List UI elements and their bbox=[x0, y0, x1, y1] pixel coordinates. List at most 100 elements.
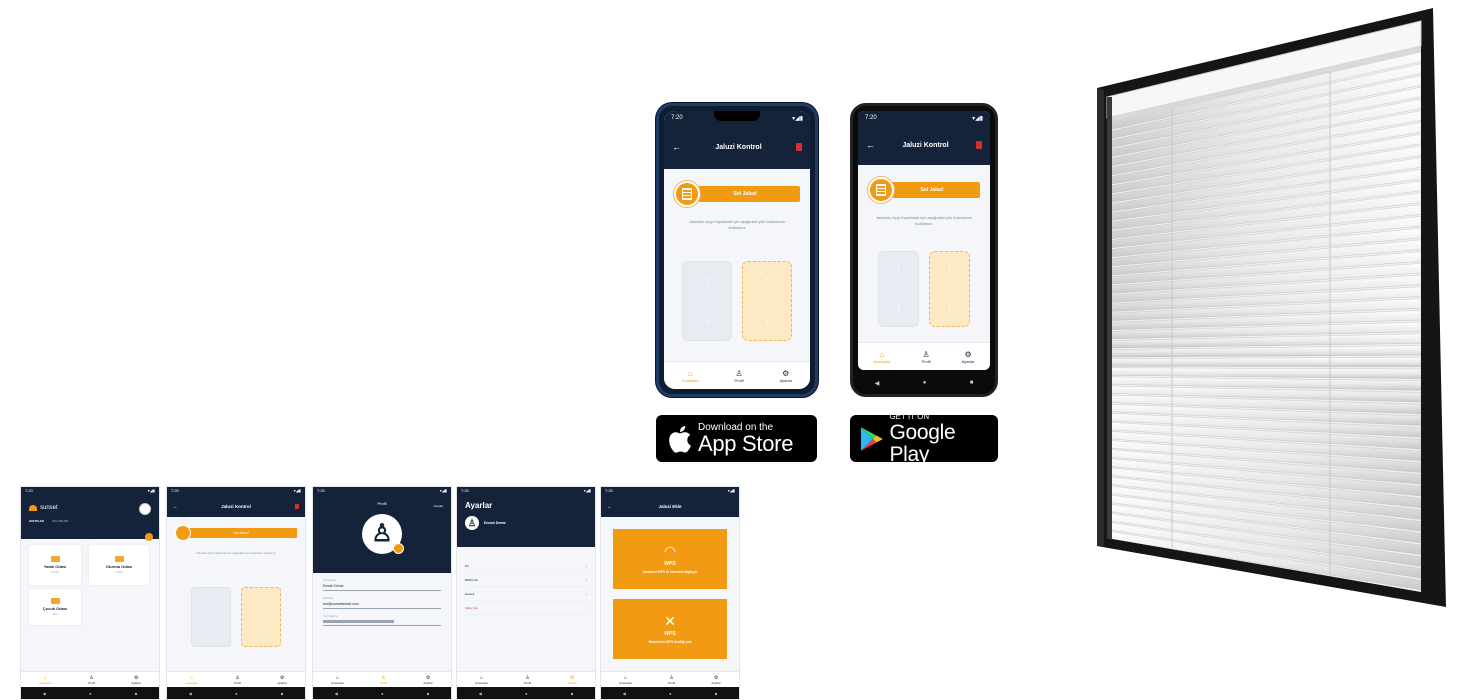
back-nav-icon[interactable]: ◀ bbox=[189, 691, 192, 696]
recents-nav-icon[interactable]: ■ bbox=[427, 691, 429, 696]
back-nav-icon[interactable]: ◀ bbox=[335, 691, 338, 696]
tab-groups[interactable]: GRUPLAR bbox=[29, 519, 44, 523]
no-wps-option-card[interactable]: ✕ WPS Modeminiz WPS özelliği yok bbox=[613, 599, 727, 659]
settings-row-language[interactable]: Dil › bbox=[465, 559, 587, 573]
tab-settings[interactable]: ⚙ Ayarlar bbox=[277, 675, 286, 685]
active-direction-pad[interactable]: ↑ ↓ bbox=[241, 587, 281, 647]
tab-home[interactable]: ⌂ Anasayfa bbox=[874, 350, 891, 364]
child-room-icon bbox=[50, 598, 60, 604]
tab-profile[interactable]: ♙ Profil bbox=[88, 675, 95, 685]
tab-settings[interactable]: ⚙ Ayarlar bbox=[711, 675, 720, 685]
blind-name-button[interactable]: Sol Jaluzi bbox=[185, 528, 297, 538]
settings-row-support[interactable]: Destek › bbox=[465, 587, 587, 601]
up-arrow-icon[interactable]: ↑ bbox=[896, 265, 901, 276]
up-arrow-icon[interactable]: ↑ bbox=[947, 265, 952, 276]
down-arrow-icon[interactable]: ↓ bbox=[947, 302, 952, 313]
tab-profile[interactable]: ♙ Profil bbox=[234, 675, 241, 685]
tab-profile[interactable]: ♙ Profil bbox=[668, 675, 675, 685]
tab-settings[interactable]: ⚙ Ayarlar bbox=[779, 369, 792, 383]
app-store-badge[interactable]: Download on the App Store bbox=[656, 415, 817, 462]
tab-home[interactable]: ⌂ Anasayfa bbox=[331, 675, 344, 685]
back-nav-icon[interactable]: ◀ bbox=[623, 691, 626, 696]
delete-icon[interactable] bbox=[976, 141, 982, 149]
back-arrow-icon[interactable]: ← bbox=[173, 504, 178, 509]
back-nav-icon[interactable]: ◀ bbox=[479, 691, 482, 696]
phone-field[interactable] bbox=[323, 618, 441, 626]
tab-label: Ayarlar bbox=[423, 680, 433, 685]
tab-bar: ⌂ Anasayfa ♙ Profil ⚙ Ayarlar bbox=[858, 342, 990, 370]
blind-name-button[interactable]: Sol Jaluzi bbox=[884, 182, 980, 198]
recents-nav-icon[interactable]: ■ bbox=[715, 691, 717, 696]
room-card[interactable]: Çocuk Odası Aktif bbox=[29, 589, 81, 625]
blind-selector[interactable]: Sol Jaluzi bbox=[175, 525, 297, 541]
logout-button[interactable]: Çıkış Yap bbox=[465, 601, 587, 615]
add-button[interactable] bbox=[145, 533, 153, 541]
home-nav-icon[interactable]: ● bbox=[381, 691, 383, 696]
avatar[interactable]: ♙ bbox=[465, 516, 479, 530]
back-nav-icon[interactable]: ◀ bbox=[43, 691, 46, 696]
disabled-direction-pad[interactable]: ↑ ↓ bbox=[191, 587, 231, 647]
disabled-direction-pad[interactable]: ↑ ↓ bbox=[682, 261, 732, 341]
disabled-direction-pad[interactable]: ↑ ↓ bbox=[878, 251, 919, 327]
save-button[interactable]: Kaydet bbox=[434, 504, 443, 508]
tab-label: Ayarlar bbox=[711, 680, 721, 685]
blind-selector[interactable]: Sol Jaluzi bbox=[674, 181, 800, 207]
down-arrow-icon[interactable]: ↓ bbox=[705, 315, 710, 326]
recents-nav-icon[interactable]: ■ bbox=[281, 691, 283, 696]
up-arrow-icon[interactable]: ↑ bbox=[765, 276, 770, 287]
up-arrow-icon[interactable]: ↑ bbox=[705, 276, 710, 287]
tab-profile[interactable]: ♙ Profil bbox=[524, 675, 531, 685]
tab-settings[interactable]: ⚙ Ayarlar bbox=[131, 675, 140, 685]
home-nav-icon[interactable]: ● bbox=[89, 691, 91, 696]
tab-profile[interactable]: ♙ Profil bbox=[734, 369, 743, 383]
tab-home[interactable]: ⌂ Anasayfa bbox=[475, 675, 488, 685]
tab-home[interactable]: ⌂ Anasayfa bbox=[619, 675, 632, 685]
avatar[interactable] bbox=[139, 503, 151, 515]
chevron-right-icon: › bbox=[586, 577, 587, 582]
name-field[interactable]: Emrah Demir bbox=[323, 582, 441, 591]
avatar[interactable]: ♙ bbox=[362, 514, 404, 554]
active-direction-pad[interactable]: ↑ ↓ bbox=[742, 261, 792, 341]
tab-settings[interactable]: ⚙ Ayarlar bbox=[962, 350, 975, 364]
home-nav-icon[interactable]: ● bbox=[923, 380, 927, 386]
blind-slat bbox=[1107, 467, 1421, 508]
tab-home[interactable]: ⌂ Anasayfa bbox=[682, 369, 699, 383]
tab-blinds[interactable]: JALUZİLER bbox=[52, 519, 69, 523]
home-nav-icon[interactable]: ● bbox=[525, 691, 527, 696]
back-arrow-icon[interactable]: ← bbox=[672, 142, 681, 152]
tab-home[interactable]: ⌂ Anasayfa bbox=[185, 675, 198, 685]
room-card[interactable]: Oturma Odası 4 aktif bbox=[89, 545, 149, 585]
down-arrow-icon[interactable]: ↓ bbox=[765, 315, 770, 326]
active-direction-pad[interactable]: ↑ ↓ bbox=[929, 251, 970, 327]
tab-profile[interactable]: ♙ Profil bbox=[921, 350, 930, 364]
delete-icon[interactable] bbox=[295, 503, 299, 509]
settings-row-notifications[interactable]: Bildirimler › bbox=[465, 573, 587, 587]
delete-icon[interactable] bbox=[796, 143, 802, 151]
blind-slats bbox=[1107, 51, 1421, 591]
recents-nav-icon[interactable]: ■ bbox=[970, 380, 974, 386]
room-card[interactable]: Yatak Odası 2/7 aktif bbox=[29, 545, 81, 585]
email-field[interactable]: test@sunsetsmart.com bbox=[323, 600, 441, 609]
blind-selector[interactable]: Sol Jaluzi bbox=[868, 177, 980, 203]
wps-option-card[interactable]: ◠ WPS Jaluzinizi WPS ile internete bağla… bbox=[613, 529, 727, 589]
blind-slat bbox=[1107, 239, 1421, 276]
down-arrow-icon[interactable]: ↓ bbox=[896, 302, 901, 313]
google-play-badge[interactable]: GET IT ON Google Play bbox=[850, 412, 998, 466]
blind-name-button[interactable]: Sol Jaluzi bbox=[690, 186, 800, 202]
back-nav-icon[interactable]: ◀ bbox=[875, 380, 880, 387]
recents-nav-icon[interactable]: ■ bbox=[135, 691, 137, 696]
camera-icon[interactable] bbox=[393, 543, 404, 554]
page-title: Jaluzi Ekle bbox=[658, 503, 682, 509]
tab-profile[interactable]: ♙ Profil bbox=[380, 675, 387, 685]
recents-nav-icon[interactable]: ■ bbox=[571, 691, 573, 696]
back-arrow-icon[interactable]: ← bbox=[607, 504, 612, 509]
tab-home[interactable]: ⌂ Anasayfa bbox=[39, 675, 52, 685]
tab-settings[interactable]: ⚙ Ayarlar bbox=[423, 675, 432, 685]
back-arrow-icon[interactable]: ← bbox=[866, 140, 875, 150]
blind-slat bbox=[1107, 133, 1421, 195]
home-nav-icon[interactable]: ● bbox=[669, 691, 671, 696]
android-screen: 7:20 ▾◢▮ ← Jaluzi Kontrol Sol Jaluzi Jal… bbox=[858, 111, 990, 370]
home-nav-icon[interactable]: ● bbox=[235, 691, 237, 696]
tab-settings[interactable]: ⚙ Ayarlar bbox=[567, 675, 576, 685]
blind-slat bbox=[1107, 110, 1421, 176]
